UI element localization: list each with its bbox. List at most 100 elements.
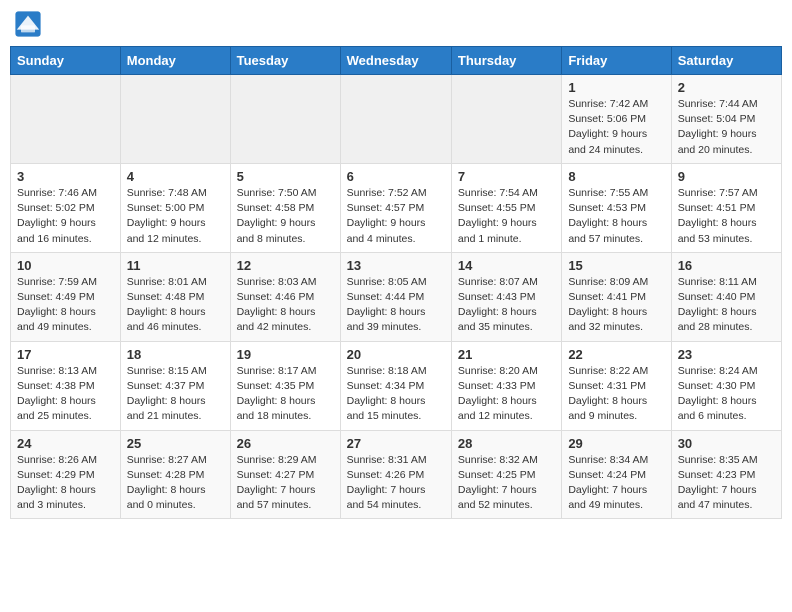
day-number: 21 (458, 347, 555, 362)
day-number: 5 (237, 169, 334, 184)
day-info: Sunrise: 7:52 AM Sunset: 4:57 PM Dayligh… (347, 186, 445, 247)
calendar-cell: 17 Sunrise: 8:13 AM Sunset: 4:38 PM Dayli… (11, 341, 121, 430)
day-number: 28 (458, 436, 555, 451)
day-number: 4 (127, 169, 224, 184)
day-number: 9 (678, 169, 775, 184)
calendar-cell: 26 Sunrise: 8:29 AM Sunset: 4:27 PM Dayli… (230, 430, 340, 519)
logo (14, 10, 46, 38)
calendar-cell (451, 75, 561, 164)
calendar-cell: 9 Sunrise: 7:57 AM Sunset: 4:51 PM Daylig… (671, 163, 781, 252)
calendar-cell: 10Sunrise: 7:59 AM Sunset: 4:49 PM Dayli… (11, 252, 121, 341)
calendar-cell: 23 Sunrise: 8:24 AM Sunset: 4:30 PM Dayli… (671, 341, 781, 430)
day-info: Sunrise: 8:18 AM Sunset: 4:34 PM Dayligh… (347, 364, 445, 425)
calendar-cell: 7 Sunrise: 7:54 AM Sunset: 4:55 PM Daylig… (451, 163, 561, 252)
day-info: Sunrise: 7:59 AM Sunset: 4:49 PM Dayligh… (17, 275, 114, 336)
day-info: Sunrise: 7:48 AM Sunset: 5:00 PM Dayligh… (127, 186, 224, 247)
col-header-saturday: Saturday (671, 47, 781, 75)
day-info: Sunrise: 8:11 AM Sunset: 4:40 PM Dayligh… (678, 275, 775, 336)
day-info: Sunrise: 8:13 AM Sunset: 4:38 PM Dayligh… (17, 364, 114, 425)
calendar-cell (230, 75, 340, 164)
calendar-cell: 2Sunrise: 7:44 AM Sunset: 5:04 PM Daylig… (671, 75, 781, 164)
calendar-cell: 3 Sunrise: 7:46 AM Sunset: 5:02 PM Daylig… (11, 163, 121, 252)
calendar-week-3: 10Sunrise: 7:59 AM Sunset: 4:49 PM Dayli… (11, 252, 782, 341)
day-info: Sunrise: 8:05 AM Sunset: 4:44 PM Dayligh… (347, 275, 445, 336)
calendar-cell (120, 75, 230, 164)
day-info: Sunrise: 7:54 AM Sunset: 4:55 PM Dayligh… (458, 186, 555, 247)
calendar-cell: 30 Sunrise: 8:35 AM Sunset: 4:23 PM Dayli… (671, 430, 781, 519)
day-info: Sunrise: 8:01 AM Sunset: 4:48 PM Dayligh… (127, 275, 224, 336)
calendar-table: SundayMondayTuesdayWednesdayThursdayFrid… (10, 46, 782, 519)
calendar-cell: 22Sunrise: 8:22 AM Sunset: 4:31 PM Dayli… (562, 341, 671, 430)
calendar-cell: 14 Sunrise: 8:07 AM Sunset: 4:43 PM Dayli… (451, 252, 561, 341)
day-number: 15 (568, 258, 664, 273)
day-info: Sunrise: 8:34 AM Sunset: 4:24 PM Dayligh… (568, 453, 664, 514)
day-info: Sunrise: 8:20 AM Sunset: 4:33 PM Dayligh… (458, 364, 555, 425)
calendar-cell: 29Sunrise: 8:34 AM Sunset: 4:24 PM Dayli… (562, 430, 671, 519)
calendar-week-2: 3 Sunrise: 7:46 AM Sunset: 5:02 PM Daylig… (11, 163, 782, 252)
col-header-tuesday: Tuesday (230, 47, 340, 75)
calendar-cell: 25Sunrise: 8:27 AM Sunset: 4:28 PM Dayli… (120, 430, 230, 519)
calendar-cell: 8 Sunrise: 7:55 AM Sunset: 4:53 PM Daylig… (562, 163, 671, 252)
calendar-cell: 21 Sunrise: 8:20 AM Sunset: 4:33 PM Dayli… (451, 341, 561, 430)
day-number: 8 (568, 169, 664, 184)
day-info: Sunrise: 7:55 AM Sunset: 4:53 PM Dayligh… (568, 186, 664, 247)
day-number: 25 (127, 436, 224, 451)
day-number: 27 (347, 436, 445, 451)
col-header-sunday: Sunday (11, 47, 121, 75)
day-number: 19 (237, 347, 334, 362)
day-info: Sunrise: 7:50 AM Sunset: 4:58 PM Dayligh… (237, 186, 334, 247)
calendar-cell (340, 75, 451, 164)
day-number: 13 (347, 258, 445, 273)
col-header-thursday: Thursday (451, 47, 561, 75)
col-header-monday: Monday (120, 47, 230, 75)
day-number: 22 (568, 347, 664, 362)
col-header-friday: Friday (562, 47, 671, 75)
col-header-wednesday: Wednesday (340, 47, 451, 75)
day-info: Sunrise: 8:09 AM Sunset: 4:41 PM Dayligh… (568, 275, 664, 336)
day-number: 6 (347, 169, 445, 184)
calendar-week-5: 24 Sunrise: 8:26 AM Sunset: 4:29 PM Dayli… (11, 430, 782, 519)
logo-icon (14, 10, 42, 38)
calendar-cell: 6 Sunrise: 7:52 AM Sunset: 4:57 PM Daylig… (340, 163, 451, 252)
day-info: Sunrise: 7:46 AM Sunset: 5:02 PM Dayligh… (17, 186, 114, 247)
calendar-cell: 13 Sunrise: 8:05 AM Sunset: 4:44 PM Dayli… (340, 252, 451, 341)
day-number: 12 (237, 258, 334, 273)
day-info: Sunrise: 8:07 AM Sunset: 4:43 PM Dayligh… (458, 275, 555, 336)
day-number: 20 (347, 347, 445, 362)
day-number: 24 (17, 436, 114, 451)
day-number: 7 (458, 169, 555, 184)
calendar-cell (11, 75, 121, 164)
day-number: 3 (17, 169, 114, 184)
day-number: 23 (678, 347, 775, 362)
calendar-cell: 1Sunrise: 7:42 AM Sunset: 5:06 PM Daylig… (562, 75, 671, 164)
day-info: Sunrise: 8:35 AM Sunset: 4:23 PM Dayligh… (678, 453, 775, 514)
day-number: 17 (17, 347, 114, 362)
calendar-cell: 15 Sunrise: 8:09 AM Sunset: 4:41 PM Dayli… (562, 252, 671, 341)
day-info: Sunrise: 8:29 AM Sunset: 4:27 PM Dayligh… (237, 453, 334, 514)
page-header (10, 10, 782, 38)
day-number: 18 (127, 347, 224, 362)
calendar-cell: 19 Sunrise: 8:17 AM Sunset: 4:35 PM Dayli… (230, 341, 340, 430)
day-info: Sunrise: 7:57 AM Sunset: 4:51 PM Dayligh… (678, 186, 775, 247)
day-info: Sunrise: 8:15 AM Sunset: 4:37 PM Dayligh… (127, 364, 224, 425)
calendar-week-4: 17 Sunrise: 8:13 AM Sunset: 4:38 PM Dayli… (11, 341, 782, 430)
day-number: 16 (678, 258, 775, 273)
calendar-cell: 4 Sunrise: 7:48 AM Sunset: 5:00 PM Daylig… (120, 163, 230, 252)
calendar-cell: 11 Sunrise: 8:01 AM Sunset: 4:48 PM Dayli… (120, 252, 230, 341)
day-number: 1 (568, 80, 664, 95)
day-number: 2 (678, 80, 775, 95)
day-number: 11 (127, 258, 224, 273)
calendar-cell: 12Sunrise: 8:03 AM Sunset: 4:46 PM Dayli… (230, 252, 340, 341)
calendar-cell: 28Sunrise: 8:32 AM Sunset: 4:25 PM Dayli… (451, 430, 561, 519)
day-number: 26 (237, 436, 334, 451)
calendar-cell: 18 Sunrise: 8:15 AM Sunset: 4:37 PM Dayli… (120, 341, 230, 430)
calendar-week-1: 1Sunrise: 7:42 AM Sunset: 5:06 PM Daylig… (11, 75, 782, 164)
day-info: Sunrise: 8:17 AM Sunset: 4:35 PM Dayligh… (237, 364, 334, 425)
day-number: 14 (458, 258, 555, 273)
calendar-cell: 20 Sunrise: 8:18 AM Sunset: 4:34 PM Dayli… (340, 341, 451, 430)
calendar-header-row: SundayMondayTuesdayWednesdayThursdayFrid… (11, 47, 782, 75)
day-info: Sunrise: 8:24 AM Sunset: 4:30 PM Dayligh… (678, 364, 775, 425)
calendar-cell: 5 Sunrise: 7:50 AM Sunset: 4:58 PM Daylig… (230, 163, 340, 252)
day-info: Sunrise: 8:26 AM Sunset: 4:29 PM Dayligh… (17, 453, 114, 514)
day-number: 30 (678, 436, 775, 451)
